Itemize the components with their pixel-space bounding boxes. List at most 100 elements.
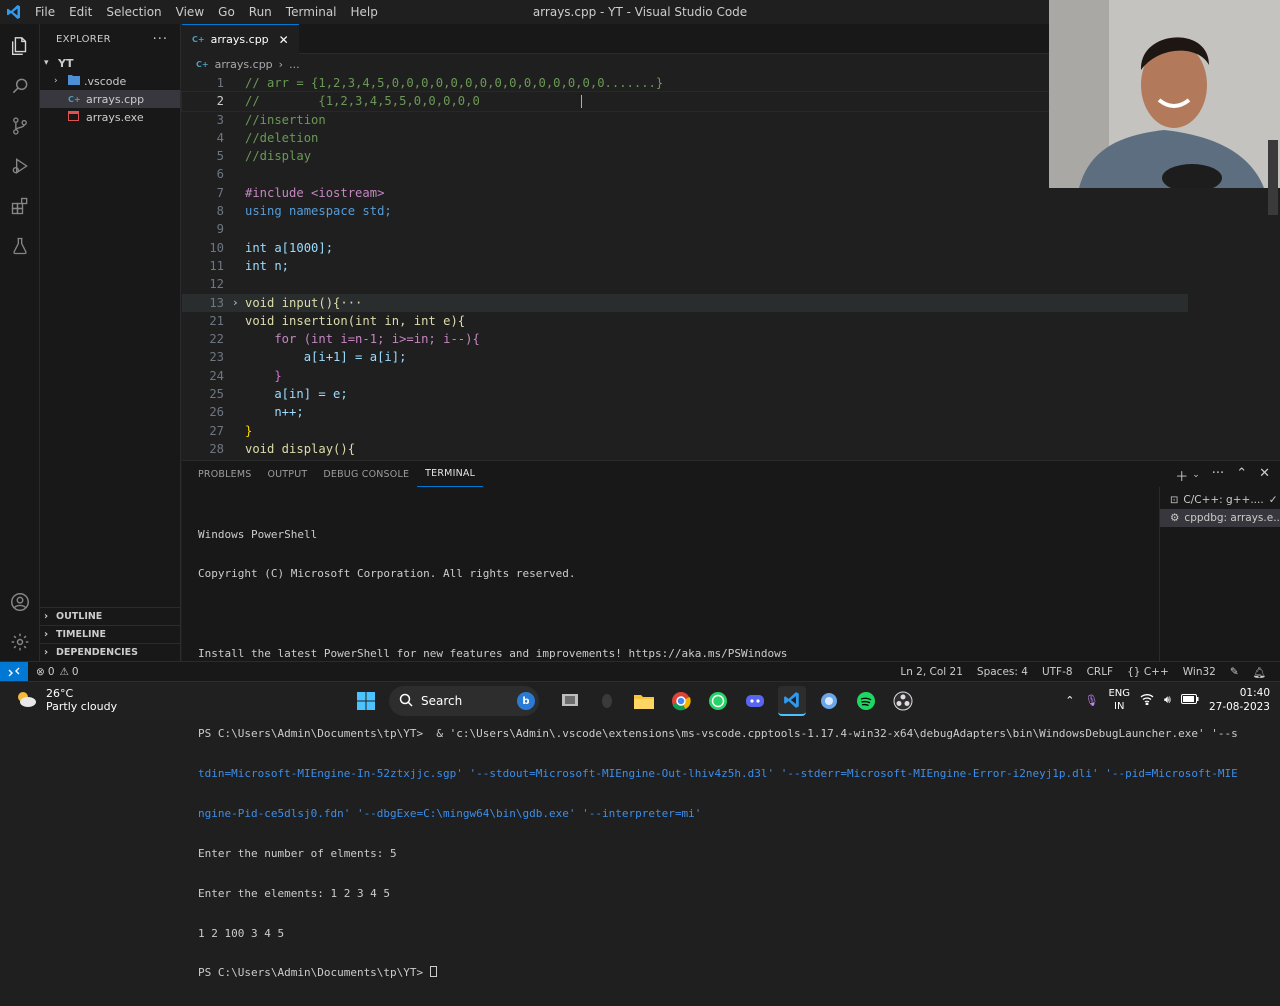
code-line: 3 //insertion <box>182 111 1188 129</box>
region-code: IN <box>1114 701 1125 712</box>
line-number: 2 <box>216 94 224 109</box>
discord-icon[interactable] <box>741 686 769 716</box>
code-text: int n; <box>245 258 290 273</box>
breadcrumb-symbol[interactable]: ... <box>289 58 300 71</box>
folder-root-label: YT <box>58 56 74 70</box>
vscode-taskbar-icon[interactable] <box>778 686 806 716</box>
windows-start-icon[interactable] <box>352 686 380 716</box>
account-icon[interactable] <box>0 582 40 622</box>
chevron-down-icon[interactable]: ⌄ <box>1192 466 1200 485</box>
more-actions-icon[interactable]: ··· <box>1212 466 1224 485</box>
platform[interactable]: Win32 <box>1183 666 1216 678</box>
terminal-output[interactable]: Windows PowerShell Copyright (C) Microso… <box>198 501 1238 1006</box>
cpp-file-icon: C+ <box>192 35 205 44</box>
chevron-up-icon[interactable]: ⌃ <box>1065 694 1074 707</box>
language-mode[interactable]: {} C++ <box>1127 666 1169 678</box>
chrome-icon[interactable] <box>667 686 695 716</box>
timeline-section[interactable]: › TIMELINE <box>40 625 181 643</box>
remote-indicator-icon[interactable] <box>0 661 28 682</box>
feedback-icon[interactable]: ✎ <box>1230 666 1239 678</box>
line-number: 11 <box>209 258 224 273</box>
search-icon[interactable] <box>0 66 40 106</box>
code-view[interactable]: 1 // arr = {1,2,3,4,5,0,0,0,0,0,0,0,0,0,0… <box>181 74 1189 458</box>
clock[interactable]: 01:40 27-08-2023 <box>1209 686 1270 714</box>
battery-icon[interactable] <box>1180 693 1199 707</box>
terminal-line: 1 2 100 3 4 5 <box>198 926 285 940</box>
code-line: 7 #include <iostream> <box>182 184 1188 202</box>
menu-help[interactable]: Help <box>344 5 385 19</box>
whatsapp-icon[interactable] <box>704 686 732 716</box>
terminal-line: Enter the elements: 1 2 3 4 5 <box>198 886 391 900</box>
volume-icon[interactable]: 🔊︎ <box>1164 693 1171 707</box>
tab-arrays-cpp[interactable]: C+ arrays.cpp ✕ <box>182 24 299 54</box>
tab-debug-console[interactable]: DEBUG CONSOLE <box>315 461 417 487</box>
dependencies-section[interactable]: › DEPENDENCIES <box>40 643 181 661</box>
folder-root[interactable]: ▾ YT <box>40 54 180 72</box>
terminal-list-item-active[interactable]: ⚙ cppdbg: arrays.e... <box>1160 509 1280 527</box>
settings-gear-icon[interactable] <box>0 622 40 662</box>
close-icon[interactable]: ✕ <box>279 33 289 47</box>
copilot-icon[interactable] <box>593 686 621 716</box>
tree-item-vscode[interactable]: › .vscode <box>40 72 180 90</box>
menu-go[interactable]: Go <box>211 5 242 19</box>
spotify-icon[interactable] <box>852 686 880 716</box>
status-right: Ln 2, Col 21 Spaces: 4 UTF-8 CRLF {} C++… <box>900 662 1266 682</box>
end-of-line[interactable]: CRLF <box>1087 666 1114 678</box>
line-number: 5 <box>216 149 224 164</box>
terminal-list-item[interactable]: ⊡ C/C++: g++.... ✓ <box>1160 491 1280 509</box>
line-number: 3 <box>216 112 224 127</box>
maximize-panel-icon[interactable]: ⌃ <box>1236 466 1247 485</box>
indentation[interactable]: Spaces: 4 <box>977 666 1028 678</box>
chevron-down-icon: ▾ <box>44 58 49 68</box>
breadcrumb-file[interactable]: arrays.cpp <box>215 58 273 71</box>
close-icon[interactable]: ✕ <box>1259 466 1270 485</box>
braces-icon: {} <box>1127 666 1141 678</box>
tree-item-arrays-exe[interactable]: arrays.exe <box>40 108 180 126</box>
search-label: Search <box>421 694 463 708</box>
notifications-bell-icon[interactable]: 🔔︎ <box>1253 666 1266 679</box>
code-line: 21 void insertion(int in, int e){ <box>182 312 1188 330</box>
tree-item-arrays-cpp[interactable]: C+ arrays.cpp <box>40 90 180 108</box>
source-control-icon[interactable] <box>0 106 40 146</box>
weather-widget[interactable]: 26°C Partly cloudy <box>14 687 117 713</box>
menu-run[interactable]: Run <box>242 5 279 19</box>
app-icon[interactable] <box>815 686 843 716</box>
time: 01:40 <box>1239 687 1270 699</box>
testing-icon[interactable] <box>0 226 40 266</box>
menu-file[interactable]: File <box>28 5 62 19</box>
menu-view[interactable]: View <box>169 5 211 19</box>
language-indicator[interactable]: ENG IN <box>1108 687 1130 713</box>
outline-section[interactable]: › OUTLINE <box>40 607 181 625</box>
explorer-icon[interactable] <box>0 26 40 66</box>
tab-output[interactable]: OUTPUT <box>259 461 315 487</box>
line-number: 24 <box>209 368 224 383</box>
menu-edit[interactable]: Edit <box>62 5 99 19</box>
chevron-right-icon[interactable]: › <box>232 294 239 312</box>
explorer-header: EXPLORER ··· <box>40 24 180 54</box>
editor-scrollbar[interactable] <box>1268 140 1278 215</box>
obs-icon[interactable] <box>889 686 917 716</box>
file-explorer-icon[interactable] <box>630 686 658 716</box>
line-number: 12 <box>209 277 224 292</box>
more-actions-icon[interactable]: ··· <box>153 32 168 47</box>
menu-selection[interactable]: Selection <box>99 5 168 19</box>
microphone-icon[interactable]: 🎙︎ <box>1085 694 1099 707</box>
code-text: void input(){··· <box>245 295 363 310</box>
tab-terminal[interactable]: TERMINAL <box>417 461 484 487</box>
new-terminal-icon[interactable]: ＋ <box>1175 466 1188 485</box>
run-debug-icon[interactable] <box>0 146 40 186</box>
encoding[interactable]: UTF-8 <box>1042 666 1073 678</box>
extensions-icon[interactable] <box>0 186 40 226</box>
wifi-icon[interactable] <box>1140 693 1154 708</box>
cursor-position[interactable]: Ln 2, Col 21 <box>900 666 963 678</box>
tree-item-label: arrays.exe <box>86 110 144 124</box>
task-view-icon[interactable] <box>556 686 584 716</box>
menu-terminal[interactable]: Terminal <box>279 5 344 19</box>
line-number: 9 <box>216 222 224 237</box>
line-number: 4 <box>216 130 224 145</box>
problems-status[interactable]: ⊗ 0 ⚠ 0 <box>28 666 79 678</box>
line-number: 22 <box>209 332 224 347</box>
tab-problems[interactable]: PROBLEMS <box>190 461 259 487</box>
code-line: 5 //display <box>182 147 1188 165</box>
taskbar-search[interactable]: Search b <box>389 686 539 716</box>
